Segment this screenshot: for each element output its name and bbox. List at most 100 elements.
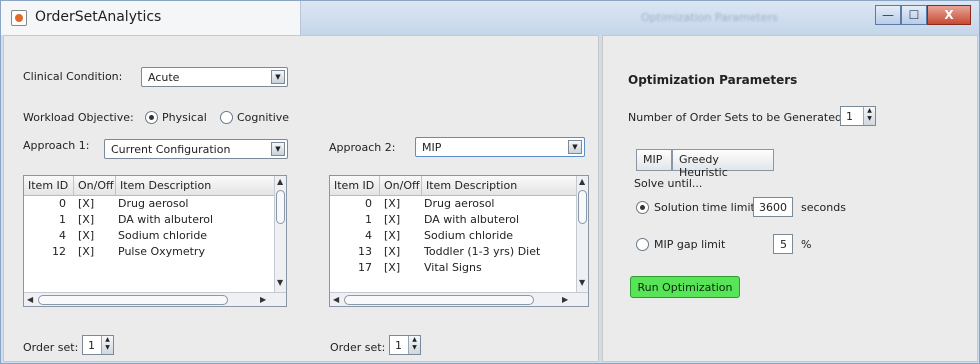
- item-id: 4: [365, 229, 372, 242]
- approach2-value: MIP: [422, 141, 442, 154]
- table-row[interactable]: 4 [X] Sodium chloride: [24, 229, 207, 245]
- item-description: Drug aerosol: [424, 197, 495, 210]
- scroll-right-icon[interactable]: ▶: [260, 295, 266, 304]
- order-set-spinner-1[interactable]: 1 ▲ ▼: [82, 335, 114, 355]
- column-header[interactable]: Item ID: [24, 176, 74, 195]
- approach2-table: Item ID On/Off Item Description 0 [X] Drug…: [329, 175, 589, 307]
- approach1-value: Current Configuration: [111, 143, 231, 156]
- scroll-down-icon[interactable]: ▼: [579, 278, 585, 287]
- column-header[interactable]: On/Off: [380, 176, 422, 195]
- scroll-down-icon[interactable]: ▼: [277, 278, 283, 287]
- vertical-scrollbar[interactable]: ▲ ▼: [274, 176, 286, 292]
- clinical-condition-label: Clinical Condition:: [23, 70, 123, 83]
- approach1-select[interactable]: Current Configuration ▼: [104, 139, 288, 159]
- scrollbar-thumb[interactable]: [38, 295, 228, 305]
- scroll-up-icon[interactable]: ▲: [579, 177, 585, 186]
- solve-until-label: Solve until...: [634, 177, 703, 190]
- approach2-label: Approach 2:: [329, 141, 396, 154]
- tab-mip[interactable]: MIP: [636, 149, 672, 171]
- scroll-up-icon[interactable]: ▲: [277, 177, 283, 186]
- num-sets-label: Number of Order Sets to be Generated: [628, 111, 842, 124]
- column-header[interactable]: On/Off: [74, 176, 116, 195]
- scroll-left-icon[interactable]: ◀: [27, 295, 33, 304]
- item-description: DA with albuterol: [118, 213, 214, 226]
- item-description: Toddler (1-3 yrs) Diet: [424, 245, 541, 258]
- physical-label: Physical: [162, 111, 207, 124]
- on-off: [X]: [78, 245, 95, 258]
- on-off: [X]: [78, 197, 95, 210]
- item-description: Sodium chloride: [118, 229, 208, 242]
- time-limit-radio[interactable]: [636, 201, 649, 214]
- scrollbar-thumb[interactable]: [276, 190, 285, 224]
- num-sets-spinner[interactable]: 1 ▲ ▼: [840, 106, 876, 126]
- clinical-condition-select[interactable]: Acute ▼: [141, 67, 288, 87]
- approach1-table: Item ID On/Off Item Description 0 [X] Drug…: [23, 175, 287, 307]
- chevron-down-icon: ▼: [271, 70, 285, 84]
- table-row[interactable]: 13 [X] Toddler (1-3 yrs) Diet: [330, 245, 540, 261]
- item-id: 0: [365, 197, 372, 210]
- column-header[interactable]: Item Description: [116, 176, 276, 195]
- table-row[interactable]: 0 [X] Drug aerosol: [330, 197, 494, 213]
- tab-greedy-heuristic[interactable]: Greedy Heuristic: [672, 149, 774, 179]
- horizontal-scrollbar[interactable]: ◀ ▶: [24, 292, 286, 306]
- physical-radio[interactable]: [145, 111, 158, 124]
- spinner-arrows-icon[interactable]: ▲ ▼: [863, 107, 875, 125]
- item-description: Sodium chloride: [424, 229, 514, 242]
- chevron-down-icon: ▼: [568, 140, 582, 154]
- mip-gap-unit: %: [801, 238, 812, 251]
- cognitive-label: Cognitive: [237, 111, 290, 124]
- app-window: OrderSetAnalytics Optimization Parameter…: [0, 0, 980, 364]
- scroll-right-icon[interactable]: ▶: [562, 295, 568, 304]
- mip-gap-input[interactable]: 5: [773, 234, 793, 254]
- table-row[interactable]: 0 [X] Drug aerosol: [24, 197, 188, 213]
- cognitive-radio[interactable]: [220, 111, 233, 124]
- run-optimization-button[interactable]: Run Optimization: [630, 276, 740, 298]
- column-header[interactable]: Item ID: [330, 176, 380, 195]
- time-limit-label: Solution time limit: [654, 201, 755, 214]
- table-row[interactable]: 4 [X] Sodium chloride: [330, 229, 513, 245]
- table-row[interactable]: 1 [X] DA with albuterol: [330, 213, 519, 229]
- item-description: Drug aerosol: [118, 197, 189, 210]
- table-row[interactable]: 17 [X] Vital Signs: [330, 261, 482, 277]
- on-off: [X]: [384, 245, 401, 258]
- table-row[interactable]: 1 [X] DA with albuterol: [24, 213, 213, 229]
- scroll-left-icon[interactable]: ◀: [333, 295, 339, 304]
- approach2-select[interactable]: MIP ▼: [415, 137, 585, 157]
- on-off: [X]: [384, 213, 401, 226]
- mip-gap-radio[interactable]: [636, 238, 649, 251]
- item-id: 12: [52, 245, 66, 258]
- on-off: [X]: [78, 213, 95, 226]
- item-description: Pulse Oxymetry: [118, 245, 205, 258]
- order-set-spinner-2[interactable]: 1 ▲ ▼: [389, 335, 421, 355]
- spinner-arrows-icon[interactable]: ▲ ▼: [408, 336, 420, 354]
- clinical-condition-value: Acute: [148, 71, 180, 84]
- item-id: 4: [59, 229, 66, 242]
- time-limit-input[interactable]: 3600: [753, 197, 793, 217]
- num-sets-value: 1: [846, 110, 853, 123]
- on-off: [X]: [384, 229, 401, 242]
- maximize-button[interactable]: ☐: [901, 5, 927, 25]
- scrollbar-thumb[interactable]: [344, 295, 534, 305]
- item-id: 0: [59, 197, 66, 210]
- column-header[interactable]: Item Description: [422, 176, 578, 195]
- optimization-heading: Optimization Parameters: [628, 73, 798, 87]
- window-title: OrderSetAnalytics: [35, 9, 162, 25]
- item-id: 1: [365, 213, 372, 226]
- minimize-button[interactable]: —: [875, 5, 901, 25]
- close-button[interactable]: X: [927, 5, 971, 25]
- title-bar: OrderSetAnalytics Optimization Parameter…: [1, 1, 979, 35]
- table-header: Item ID On/Off Item Description: [24, 176, 276, 196]
- on-off: [X]: [384, 197, 401, 210]
- table-row[interactable]: 12 [X] Pulse Oxymetry: [24, 245, 205, 261]
- time-limit-unit: seconds: [801, 201, 846, 214]
- horizontal-scrollbar[interactable]: ◀ ▶: [330, 292, 588, 306]
- on-off: [X]: [78, 229, 95, 242]
- blurred-title: Optimization Parameters: [641, 11, 778, 24]
- spinner-arrows-icon[interactable]: ▲ ▼: [101, 336, 113, 354]
- chevron-down-icon: ▼: [271, 142, 285, 156]
- item-description: Vital Signs: [424, 261, 482, 274]
- order-set-label: Order set:: [23, 341, 79, 354]
- scrollbar-thumb[interactable]: [578, 190, 587, 224]
- order-set-value: 1: [88, 339, 95, 352]
- vertical-scrollbar[interactable]: ▲ ▼: [576, 176, 588, 292]
